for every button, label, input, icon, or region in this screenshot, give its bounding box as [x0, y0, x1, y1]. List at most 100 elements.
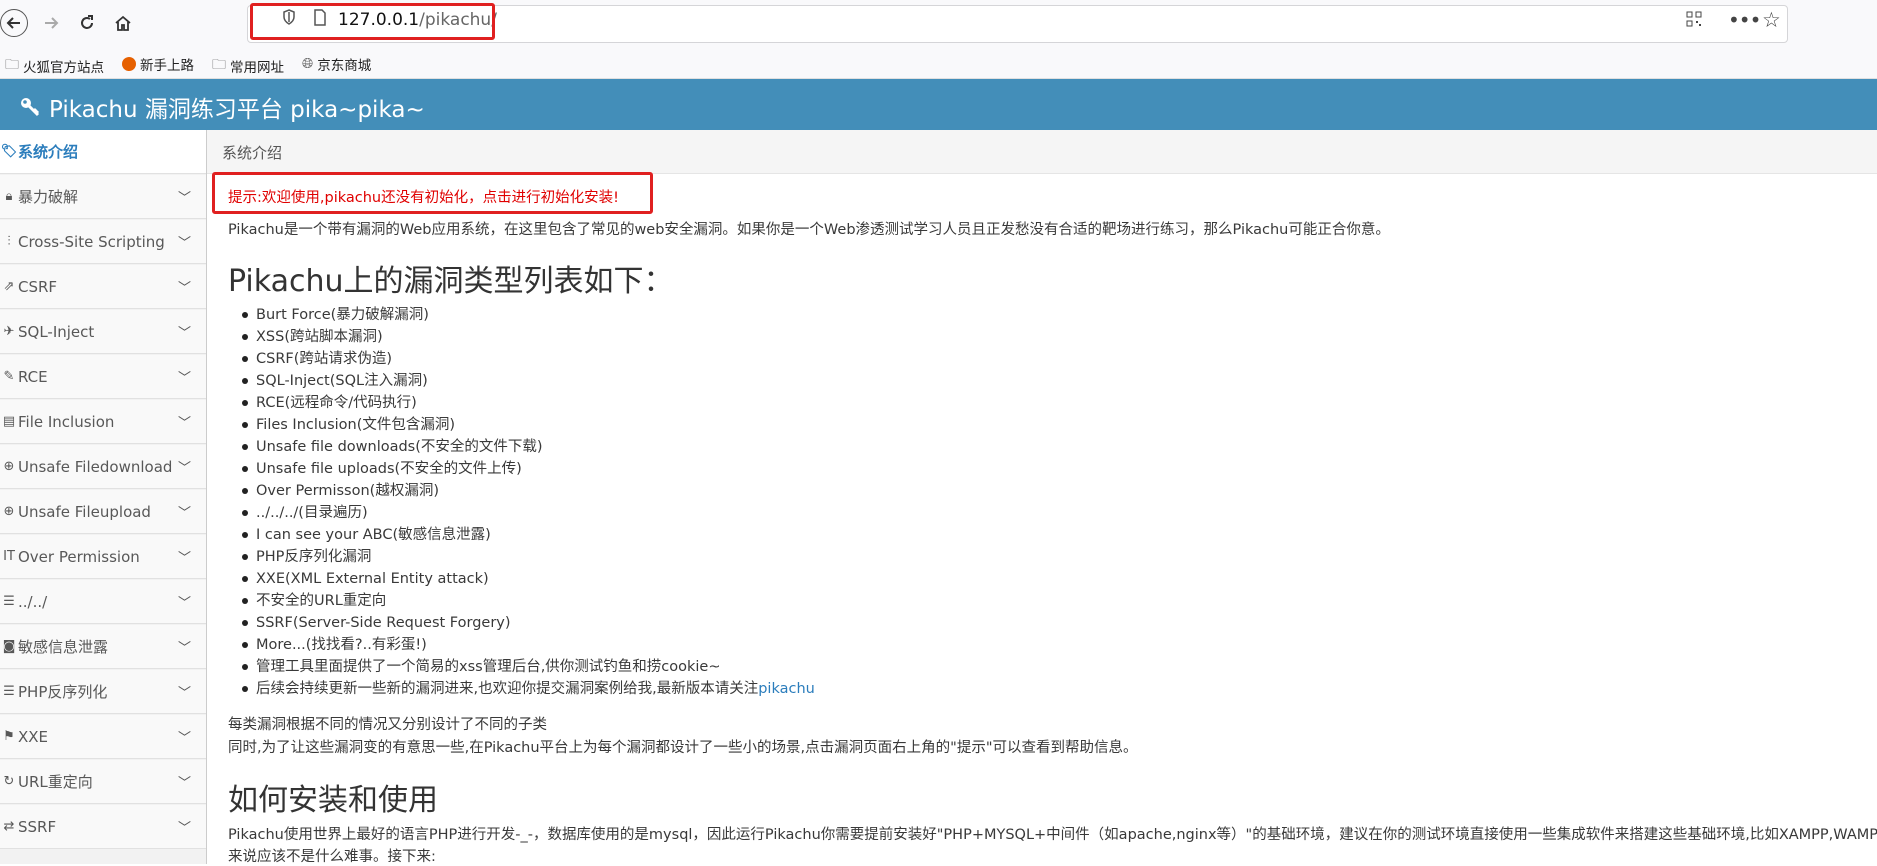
bookmarks-bar: 🗀 火狐官方站点 新手上路 🗀 常用网址 🌐︎ 京东商城 [0, 46, 1877, 79]
list-item: Over Permisson(越权漏洞) [228, 480, 815, 502]
chevron-down-icon: ﹀ [177, 371, 191, 386]
sidebar-item-url-redirect[interactable]: ↻ URL重定向 ﹀ [0, 760, 206, 804]
upload-icon: ⊕ [3, 504, 15, 519]
share-icon: ⇗ [3, 279, 15, 294]
app-header: Pikachu 漏洞练习平台 pika~pika~ [0, 79, 1877, 130]
list-item: I can see your ABC(敏感信息泄露) [228, 524, 815, 546]
bookmark-item[interactable]: 🗀 火狐官方站点 [5, 54, 104, 78]
chevron-down-icon: ﹀ [177, 236, 191, 251]
key-icon [21, 98, 40, 117]
chevron-down-icon: ﹀ [177, 686, 191, 701]
camera-icon: ◙ [2, 639, 16, 654]
chevron-down-icon: ﹀ [177, 416, 191, 431]
sliders-icon: ⫶ [7, 234, 11, 249]
install-heading: 如何安装和使用 [228, 783, 438, 818]
home-icon [115, 15, 131, 31]
chevron-down-icon: ﹀ [177, 281, 191, 296]
sidebar-item-dir-traversal[interactable]: ☰ ../../﹀ [0, 580, 206, 624]
bookmark-item[interactable]: 新手上路 [122, 54, 194, 74]
list-item: Burt Force(暴力破解漏洞) [228, 304, 815, 326]
download-icon: ⊕ [3, 459, 15, 474]
pencil-icon: ✎ [3, 369, 15, 384]
list-item: PHP反序列化漏洞 [228, 546, 815, 568]
vuln-type-list: Burt Force(暴力破解漏洞) XSS(跨站脚本漏洞) CSRF(跨站请求… [228, 304, 815, 700]
chevron-down-icon: ﹀ [177, 731, 191, 746]
sidebar-item-csrf[interactable]: ⇗ CSRF ﹀ [0, 265, 206, 309]
sidebar-item-info-leak[interactable]: ◙ 敏感信息泄露 ﹀ [0, 625, 206, 669]
text-height-icon: IT [3, 549, 15, 564]
sidebar-item-rce[interactable]: ✎ RCE ﹀ [0, 355, 206, 399]
list-item: Unsafe file uploads(不安全的文件上传) [228, 458, 815, 480]
list-item-last: 后续会持续更新一些新的漏洞进来,也欢迎你提交漏洞案例给我,最新版本请关注pika… [228, 678, 815, 700]
bookmark-item[interactable]: 🌐︎ 京东商城 [302, 54, 371, 74]
main-content: 提示:欢迎使用,pikachu还没有初始化，点击进行初始化安装! Pikachu… [228, 173, 1877, 865]
list-item: XSS(跨站脚本漏洞) [228, 326, 815, 348]
bookmark-item[interactable]: 🗀 常用网址 [212, 54, 284, 78]
reload-icon [81, 15, 93, 29]
qr-code-icon[interactable] [1686, 11, 1702, 32]
bookmark-star-icon[interactable]: ☆ [1762, 8, 1781, 32]
refresh-icon: ↻ [3, 774, 15, 789]
list-item: Unsafe file downloads(不安全的文件下载) [228, 436, 815, 458]
exchange-icon: ⇄ [3, 819, 15, 834]
sidebar-item-unsafe-fileupload[interactable]: ⊕ Unsafe Fileupload ﹀ [0, 490, 206, 534]
plane-icon: ✈︎ [3, 324, 15, 339]
list-item: RCE(远程命令/代码执行) [228, 392, 815, 414]
sidebar-item-brute-force[interactable]: 🔒︎ 暴力破解 ﹀ [0, 175, 206, 219]
sidebar-item-file-inclusion[interactable]: ▤ File Inclusion ﹀ [0, 400, 206, 444]
intro-text: Pikachu是一个带有漏洞的Web应用系统，在这里包含了常见的web安全漏洞。… [228, 222, 1390, 238]
browser-toolbar: 127.0.0.1/pikachu/ ••• ☆ [0, 0, 1877, 46]
tag-icon: 🏷︎ [0, 144, 18, 159]
sidebar-item-unsafe-filedownload[interactable]: ⊕ Unsafe Filedownload ﹀ [0, 445, 206, 489]
chevron-down-icon: ﹀ [177, 821, 191, 836]
sidebar-item-xss[interactable]: ⫶ Cross-Site Scripting ﹀ [0, 220, 206, 264]
back-arrow-icon [6, 17, 20, 29]
folder-icon: 🗀 [5, 57, 19, 73]
list-item: SSRF(Server-Side Request Forgery) [228, 612, 815, 634]
list-item-text: 后续会持续更新一些新的漏洞进来,也欢迎你提交漏洞案例给我,最新版本请关注 [256, 681, 759, 697]
forward-button[interactable] [36, 8, 66, 38]
init-notice-link[interactable]: 提示:欢迎使用,pikachu还没有初始化，点击进行初始化安装! [228, 186, 619, 207]
more-actions-icon[interactable]: ••• [1728, 8, 1761, 32]
sidebar-item-xxe[interactable]: ⚑ XXE ﹀ [0, 715, 206, 759]
chevron-down-icon: ﹀ [177, 461, 191, 476]
align-left-icon: ☰ [3, 684, 15, 699]
breadcrumb-current: 系统介绍 [222, 144, 283, 162]
sidebar-item-sql-inject[interactable]: ✈︎ SQL-Inject ﹀ [0, 310, 206, 354]
list-item: CSRF(跨站请求伪造) [228, 348, 815, 370]
list-item: SQL-Inject(SQL注入漏洞) [228, 370, 815, 392]
list-item: More...(找找看?..有彩蛋!) [228, 634, 815, 656]
firefox-icon [122, 57, 136, 71]
url-highlight-annotation [250, 3, 495, 40]
chevron-down-icon: ﹀ [177, 641, 191, 656]
list-item: Files Inclusion(文件包含漏洞) [228, 414, 815, 436]
vuln-types-heading: Pikachu上的漏洞类型列表如下： [228, 264, 674, 299]
lock-icon: 🔒︎ [5, 189, 13, 204]
chevron-down-icon: ﹀ [177, 551, 191, 566]
scenario-text: 同时,为了让这些漏洞变的有意思一些,在Pikachu平台上为每个漏洞都设计了一些… [228, 740, 1138, 756]
list-item: XXE(XML External Entity attack) [228, 568, 815, 590]
chevron-down-icon: ﹀ [177, 326, 191, 341]
breadcrumb: 系统介绍 [207, 130, 1877, 174]
sidebar: 🏷︎ 系统介绍 🔒︎ 暴力破解 ﹀ ⫶ Cross-Site Scripting ﹀ ⇗ C… [0, 130, 207, 864]
file-icon: ▤ [2, 414, 16, 429]
align-left-icon: ☰ [3, 594, 15, 609]
home-button[interactable] [108, 8, 138, 38]
app-title[interactable]: Pikachu 漏洞练习平台 pika~pika~ [19, 90, 425, 124]
sidebar-item-php-unserialize[interactable]: ☰ PHP反序列化 ﹀ [0, 670, 206, 714]
install-text: Pikachu使用世界上最好的语言PHP进行开发-_-，数据库使用的是mysql… [228, 827, 1877, 843]
install-text-continued: 来说应该不是什么难事。接下来: [228, 849, 436, 865]
list-item: 管理工具里面提供了一个简易的xss管理后台,供你测试钓鱼和捞cookie~ [228, 656, 815, 678]
pikachu-link[interactable]: pikachu [758, 681, 815, 697]
reload-button[interactable] [72, 8, 102, 38]
back-button[interactable] [0, 9, 28, 37]
chevron-down-icon: ﹀ [177, 506, 191, 521]
flag-icon: ⚑ [3, 729, 15, 744]
sidebar-item-intro[interactable]: 🏷︎ 系统介绍 [0, 130, 206, 174]
list-item: 不安全的URL重定向 [228, 590, 815, 612]
chevron-down-icon: ﹀ [177, 596, 191, 611]
folder-icon: 🗀 [212, 57, 226, 73]
sidebar-item-over-permission[interactable]: IT Over Permission ﹀ [0, 535, 206, 579]
sidebar-item-ssrf[interactable]: ⇄ SSRF ﹀ [0, 805, 206, 849]
forward-arrow-icon [45, 17, 59, 29]
